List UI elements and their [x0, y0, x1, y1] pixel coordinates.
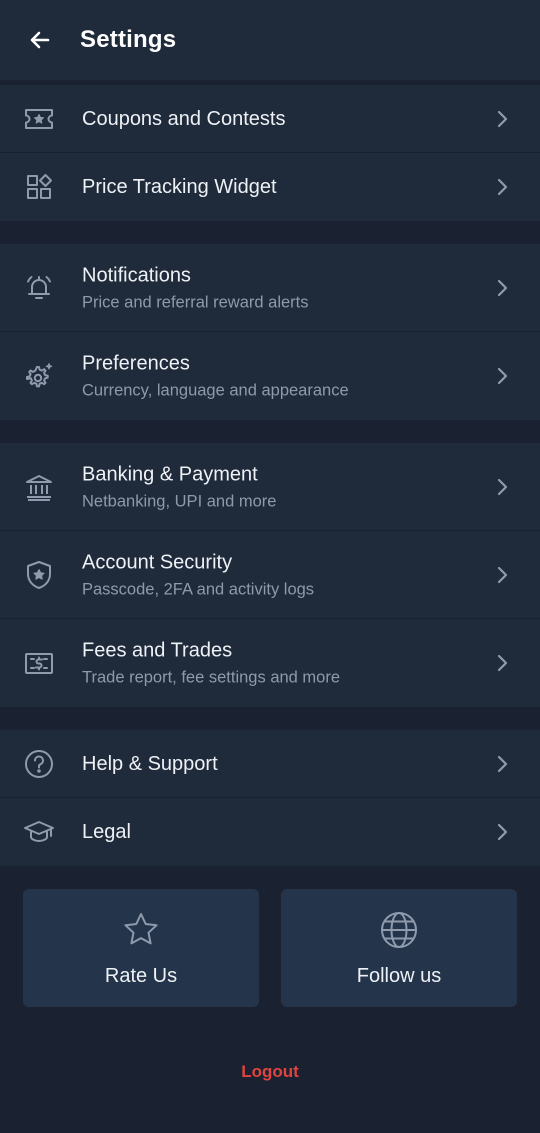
item-subtitle: Netbanking, UPI and more: [82, 492, 277, 510]
item-title: Price Tracking Widget: [82, 176, 277, 198]
widget-grid-icon: [22, 170, 56, 204]
globe-icon: [381, 912, 417, 948]
item-title: Legal: [82, 821, 131, 843]
action-cards: Rate Us Follow us: [0, 889, 540, 1007]
settings-item-notifications[interactable]: Notifications Price and referral reward …: [0, 244, 540, 332]
chevron-right-icon: [497, 566, 508, 583]
item-title: Notifications: [82, 264, 191, 286]
rate-us-button[interactable]: Rate Us: [23, 889, 259, 1007]
item-title: Help & Support: [82, 752, 218, 775]
settings-item-account-security[interactable]: Account Security Passcode, 2FA and activ…: [0, 531, 540, 619]
chevron-right-icon: [497, 110, 508, 127]
settings-item-fees-and-trades[interactable]: Fees and Trades Trade report, fee settin…: [0, 619, 540, 707]
graduation-cap-icon: [22, 815, 56, 849]
back-button[interactable]: [26, 26, 54, 54]
chevron-right-icon: [497, 755, 508, 772]
settings-group-account: Banking & Payment Netbanking, UPI and mo…: [0, 443, 540, 707]
bank-icon: [22, 470, 56, 504]
top-app-bar: Settings: [0, 0, 540, 80]
chevron-right-icon: [497, 367, 508, 385]
settings-group-rewards: Coupons and Contests Price Tracking Widg…: [0, 85, 540, 221]
chevron-right-icon: [497, 654, 508, 672]
item-title: Account Security: [82, 551, 233, 573]
follow-us-button[interactable]: Follow us: [281, 889, 517, 1007]
item-title: Banking & Payment: [82, 463, 258, 485]
chevron-right-icon: [497, 823, 508, 841]
settings-item-legal[interactable]: Legal: [0, 798, 540, 866]
settings-group-support: Help & Support Legal: [0, 730, 540, 866]
gear-sparkle-icon: [22, 359, 56, 393]
chevron-right-icon: [497, 279, 508, 296]
item-subtitle: Price and referral reward alerts: [82, 293, 309, 311]
item-title: Coupons and Contests: [82, 107, 286, 130]
ticket-star-icon: [22, 102, 56, 136]
settings-group-app: Notifications Price and referral reward …: [0, 244, 540, 420]
star-icon: [124, 913, 158, 945]
shield-star-icon: [22, 558, 56, 592]
item-title: Fees and Trades: [82, 639, 233, 662]
logout-button[interactable]: Logout: [0, 1062, 540, 1082]
follow-us-label: Follow us: [356, 965, 442, 987]
item-subtitle: Trade report, fee settings and more: [82, 668, 341, 687]
settings-item-banking-and-payment[interactable]: Banking & Payment Netbanking, UPI and mo…: [0, 443, 540, 531]
settings-item-coupons-and-contests[interactable]: Coupons and Contests: [0, 85, 540, 153]
bell-icon: [22, 271, 56, 305]
chevron-right-icon: [497, 478, 508, 495]
item-subtitle: Passcode, 2FA and activity logs: [82, 580, 315, 598]
settings-item-price-tracking-widget[interactable]: Price Tracking Widget: [0, 153, 540, 221]
settings-item-preferences[interactable]: Preferences Currency, language and appea…: [0, 332, 540, 420]
settings-item-help-and-support[interactable]: Help & Support: [0, 730, 540, 798]
money-bill-icon: [22, 646, 56, 680]
question-circle-icon: [22, 747, 56, 781]
rate-us-label: Rate Us: [104, 965, 178, 987]
chevron-right-icon: [497, 178, 508, 196]
page-title: Settings: [80, 26, 177, 53]
item-subtitle: Currency, language and appearance: [82, 381, 349, 400]
item-title: Preferences: [82, 352, 190, 375]
arrow-left-icon: [30, 31, 50, 49]
